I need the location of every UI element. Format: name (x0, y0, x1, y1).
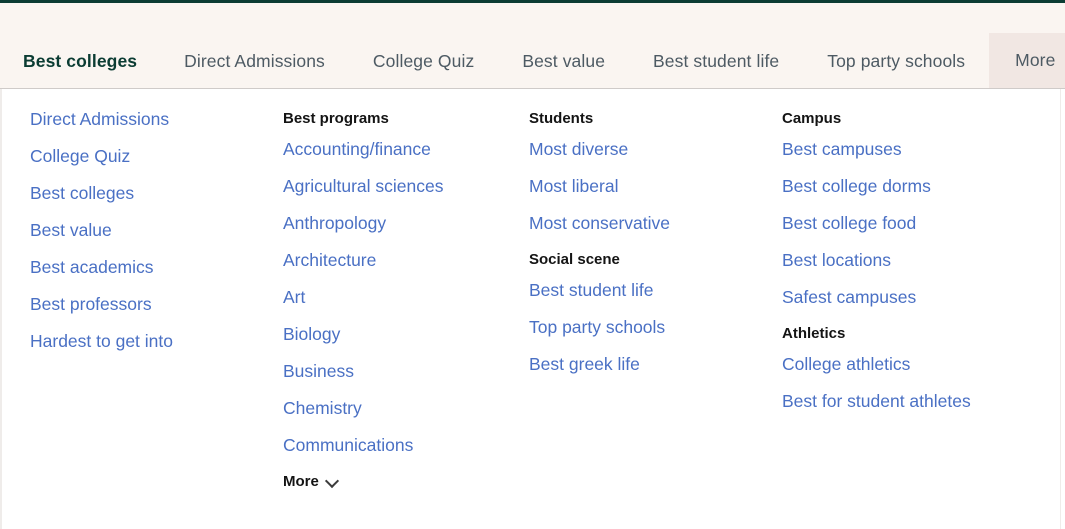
link-best-student-life[interactable]: Best student life (529, 279, 769, 301)
link-anthropology[interactable]: Anthropology (283, 212, 513, 234)
primary-tab-bar: Best colleges Direct Admissions College … (0, 3, 1065, 111)
link-business[interactable]: Business (283, 360, 513, 382)
tab-label: Best colleges (23, 50, 138, 71)
link-most-diverse[interactable]: Most diverse (529, 138, 769, 160)
menu-column-3: Students Most diverse Most liberal Most … (529, 108, 769, 390)
link-best-colleges[interactable]: Best colleges (30, 182, 270, 204)
link-direct-admissions[interactable]: Direct Admissions (30, 108, 270, 130)
link-best-for-student-athletes[interactable]: Best for student athletes (782, 390, 1042, 412)
mega-menu-panel: Direct Admissions College Quiz Best coll… (0, 89, 1061, 529)
link-chemistry[interactable]: Chemistry (283, 397, 513, 419)
link-best-greek-life[interactable]: Best greek life (529, 353, 769, 375)
menu-group-students: Students Most diverse Most liberal Most … (529, 108, 769, 234)
page-root: Best colleges Direct Admissions College … (0, 0, 1065, 529)
more-label: More (283, 473, 319, 490)
tab-best-colleges[interactable]: Best colleges (0, 34, 160, 111)
tab-more-label: More (1015, 50, 1056, 70)
group-heading-social-scene: Social scene (529, 251, 620, 268)
tab-more[interactable]: More (989, 33, 1065, 88)
tab-label: Best value (522, 50, 606, 71)
link-best-locations[interactable]: Best locations (782, 249, 1042, 271)
tab-label: Top party schools (827, 50, 966, 71)
link-best-college-food[interactable]: Best college food (782, 212, 1042, 234)
group-heading-athletics: Athletics (782, 325, 846, 342)
menu-group-social-scene: Social scene Best student life Top party… (529, 249, 769, 375)
menu-column-2: Best programs Accounting/finance Agricul… (283, 108, 513, 492)
tab-label: Direct Admissions (184, 50, 325, 71)
group-heading-best-programs: Best programs (283, 110, 389, 127)
link-agricultural-sciences[interactable]: Agricultural sciences (283, 175, 513, 197)
group-heading-students: Students (529, 110, 594, 127)
menu-group-campus: Campus Best campuses Best college dorms … (782, 108, 1042, 308)
tab-top-party-schools[interactable]: Top party schools (803, 34, 989, 88)
menu-column-4: Campus Best campuses Best college dorms … (782, 108, 1042, 427)
menu-group-general: Direct Admissions College Quiz Best coll… (30, 108, 270, 352)
link-architecture[interactable]: Architecture (283, 249, 513, 271)
tab-direct-admissions[interactable]: Direct Admissions (160, 34, 349, 88)
link-hardest-to-get-into[interactable]: Hardest to get into (30, 330, 270, 352)
link-best-college-dorms[interactable]: Best college dorms (782, 175, 1042, 197)
tab-best-value[interactable]: Best value (498, 34, 629, 88)
link-accounting-finance[interactable]: Accounting/finance (283, 138, 513, 160)
link-most-liberal[interactable]: Most liberal (529, 175, 769, 197)
link-top-party-schools[interactable]: Top party schools (529, 316, 769, 338)
link-best-professors[interactable]: Best professors (30, 293, 270, 315)
link-communications[interactable]: Communications (283, 434, 513, 456)
menu-group-best-programs: Best programs Accounting/finance Agricul… (283, 108, 513, 492)
menu-group-athletics: Athletics College athletics Best for stu… (782, 323, 1042, 412)
link-college-quiz[interactable]: College Quiz (30, 145, 270, 167)
link-best-academics[interactable]: Best academics (30, 256, 270, 278)
tab-label: College Quiz (372, 50, 475, 71)
link-biology[interactable]: Biology (283, 323, 513, 345)
link-best-value[interactable]: Best value (30, 219, 270, 241)
link-most-conservative[interactable]: Most conservative (529, 212, 769, 234)
link-safest-campuses[interactable]: Safest campuses (782, 286, 1042, 308)
link-art[interactable]: Art (283, 286, 513, 308)
chevron-down-icon (326, 476, 339, 489)
link-best-campuses[interactable]: Best campuses (782, 138, 1042, 160)
tab-best-student-life[interactable]: Best student life (629, 34, 803, 88)
best-programs-more-button[interactable]: More (283, 472, 339, 492)
tab-label: Best student life (653, 50, 780, 71)
tab-college-quiz[interactable]: College Quiz (349, 34, 498, 88)
menu-column-1: Direct Admissions College Quiz Best coll… (30, 108, 270, 367)
group-heading-campus: Campus (782, 110, 842, 127)
mega-menu-columns: Direct Admissions College Quiz Best coll… (2, 108, 1060, 529)
link-college-athletics[interactable]: College athletics (782, 353, 1042, 375)
tab-list: Best colleges Direct Admissions College … (0, 3, 1065, 111)
